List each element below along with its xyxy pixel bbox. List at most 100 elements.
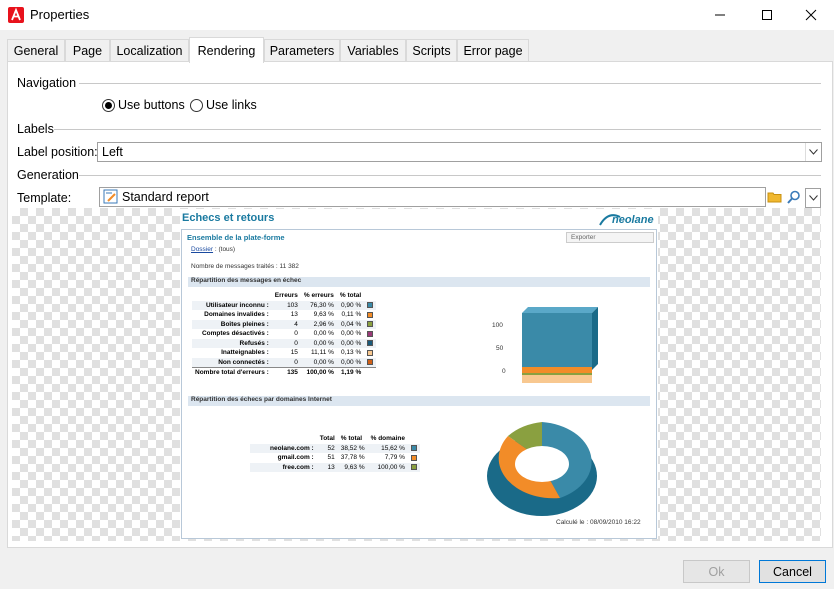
table-row: neolane.com : 52 38,52 % 15,62 % (250, 443, 420, 453)
title-bar: Properties (0, 0, 834, 30)
table-header-row: Erreurs % erreurs % total (192, 291, 376, 301)
table-row: free.com : 13 9,63 % 100,00 % (250, 462, 420, 472)
tab-rendering[interactable]: Rendering (189, 37, 264, 63)
navigation-divider (79, 83, 821, 84)
close-icon[interactable] (788, 0, 834, 30)
row-label: Domaines invalides : (204, 311, 269, 319)
domain-failures-donut-chart (480, 414, 610, 524)
failed-messages-table: Erreurs % erreurs % total Utilisateur inco… (192, 291, 377, 377)
table-total-row: Nombre total d'erreurs : 135 100,00 % 1,19 … (192, 367, 377, 377)
template-field[interactable]: Standard report (99, 187, 766, 207)
legend-swatch (367, 302, 374, 309)
col-header: Total (319, 435, 335, 443)
section-failed-messages: Répartition des messages en échec (188, 277, 650, 287)
row-pe: 9,63 % (313, 311, 334, 319)
label-position-label: Label position: (17, 145, 98, 159)
table-row: Boîtes pleines : 4 2,96 % 0,04 % (192, 319, 377, 329)
row-pd: 100,00 % (377, 463, 405, 471)
folder-icon[interactable] (767, 189, 784, 207)
cancel-button[interactable]: Cancel (759, 560, 826, 583)
total-n: 135 (287, 368, 298, 376)
row-pe: 76,30 % (310, 301, 334, 309)
navigation-heading: Navigation (17, 76, 77, 90)
bar-top (522, 307, 598, 313)
row-n: 0 (294, 339, 298, 347)
use-buttons-label[interactable]: Use buttons (118, 98, 185, 112)
row-label: Utilisateur inconnu : (205, 301, 269, 309)
app-icon (8, 7, 24, 23)
legend-swatch (410, 445, 417, 452)
tab-error-page[interactable]: Error page (457, 39, 529, 62)
row-n: 15 (290, 349, 298, 357)
tab-page[interactable]: Page (65, 39, 110, 62)
report-title: Echecs et retours (182, 212, 275, 224)
row-n: 0 (294, 330, 298, 338)
chevron-down-icon[interactable] (805, 143, 821, 161)
bar-side (592, 307, 598, 370)
tab-localization[interactable]: Localization (110, 39, 189, 62)
bar-utilisateur-inconnu (522, 313, 592, 367)
bar-inatteignables (522, 375, 592, 383)
row-n: 4 (294, 320, 298, 328)
tab-variables[interactable]: Variables (340, 39, 406, 62)
tab-parameters[interactable]: Parameters (264, 39, 340, 62)
processed-row: Nombre de messages traités : 11 382 (191, 263, 299, 270)
report-subtitle: Ensemble de la plate-forme (187, 233, 285, 242)
col-header: % erreurs (303, 292, 334, 300)
report-template-icon (103, 189, 119, 208)
maximize-icon[interactable] (744, 0, 790, 30)
labels-divider (54, 129, 821, 130)
legend-swatch (410, 464, 417, 471)
row-pe: 0,00 % (313, 330, 334, 338)
row-pt: 9,63 % (344, 463, 365, 471)
tick-label: 50 (496, 345, 504, 352)
legend-swatch (367, 311, 374, 318)
row-label: Refusés : (239, 339, 269, 347)
export-toolbar[interactable]: Exporter (566, 232, 654, 243)
row-pt: 37,78 % (340, 454, 365, 462)
row-n: 51 (327, 454, 335, 462)
generation-divider (79, 175, 821, 176)
legend-swatch (367, 321, 374, 328)
table-row: Non connectés : 0 0,00 % 0,00 % (192, 357, 377, 367)
tab-scripts[interactable]: Scripts (406, 39, 457, 62)
window-title: Properties (30, 7, 90, 22)
row-pt: 0,13 % (340, 349, 362, 357)
report-preview: Echecs et retours neolane Ensemble de la… (180, 209, 658, 539)
export-label[interactable]: Exporter (571, 234, 596, 241)
row-n: 13 (327, 463, 335, 471)
ok-button[interactable]: Ok (683, 560, 750, 583)
legend-swatch (367, 358, 374, 365)
legend-swatch (367, 330, 374, 337)
row-pd: 7,79 % (384, 454, 405, 462)
calculated-at: Calculé le : 08/09/2010 16:22 (556, 519, 641, 526)
row-pt: 0,90 % (340, 301, 362, 309)
label-position-value: Left (102, 145, 123, 159)
row-pt: 0,11 % (341, 311, 362, 319)
table-row: Comptes désactivés : 0 0,00 % 0,00 % (192, 329, 376, 339)
row-pe: 0,00 % (313, 358, 334, 366)
table-row: Inatteignables : 15 11,11 % 0,13 % (192, 348, 376, 358)
minimize-icon[interactable] (697, 0, 743, 30)
use-buttons-radio[interactable] (102, 99, 115, 112)
processed-value: 11 382 (279, 263, 299, 270)
row-pt: 0,00 % (340, 358, 362, 366)
row-label: Comptes désactivés : (201, 330, 269, 338)
table-row: Utilisateur inconnu : 103 76,30 % 0,90 % (192, 300, 377, 310)
table-row: Refusés : 0 0,00 % 0,00 % (192, 338, 377, 348)
tab-general[interactable]: General (7, 39, 65, 62)
use-links-label[interactable]: Use links (206, 98, 257, 112)
row-pe: 0,00 % (313, 339, 334, 347)
label-position-select[interactable]: Left (97, 142, 822, 162)
row-pe: 11,11 % (311, 349, 334, 357)
row-pt: 38,52 % (340, 444, 365, 452)
bar-domaines-invalides (522, 367, 592, 373)
row-n: 103 (287, 301, 298, 309)
col-header: Erreurs (274, 292, 298, 300)
bar-boites-pleines (522, 373, 592, 375)
template-dropdown-icon[interactable] (805, 188, 821, 208)
folder-link[interactable]: Dossier (191, 246, 213, 253)
use-links-radio[interactable] (190, 99, 203, 112)
search-icon[interactable] (786, 189, 803, 207)
folder-value: : (tous) (214, 246, 236, 253)
